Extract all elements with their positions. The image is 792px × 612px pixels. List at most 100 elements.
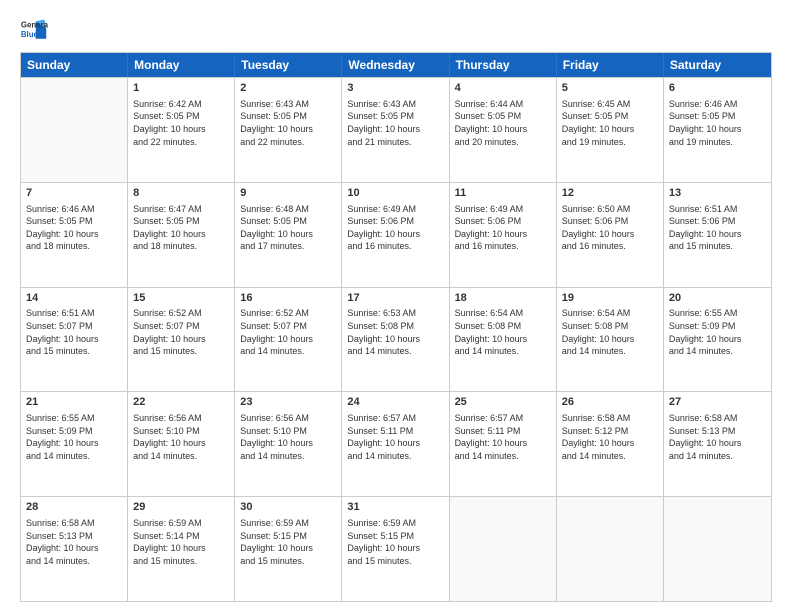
day-number: 17 — [347, 291, 443, 306]
calendar-cell — [664, 497, 771, 601]
calendar-cell: 26 Sunrise: 6:58 AM Sunset: 5:12 PM Dayli… — [557, 392, 664, 496]
calendar-row: 14Sunrise: 6:51 AM Sunset: 5:07 PM Dayli… — [21, 287, 771, 392]
day-number: 30 — [240, 500, 336, 515]
day-number: 14 — [26, 291, 122, 306]
day-info: Sunrise: 6:57 AM Sunset: 5:11 PM Dayligh… — [455, 412, 551, 462]
weekday-header: Saturday — [664, 53, 771, 77]
day-info: Sunrise: 6:56 AM Sunset: 5:10 PM Dayligh… — [133, 412, 229, 462]
calendar-cell: 24Sunrise: 6:57 AM Sunset: 5:11 PM Dayli… — [342, 392, 449, 496]
svg-text:Blue: Blue — [21, 30, 39, 39]
day-number: 18 — [455, 291, 551, 306]
day-info: Sunrise: 6:54 AM Sunset: 5:08 PM Dayligh… — [562, 307, 658, 357]
calendar-cell — [21, 78, 128, 182]
day-number: 26 — [562, 395, 658, 410]
day-number: 13 — [669, 186, 766, 201]
day-info: Sunrise: 6:44 AM Sunset: 5:05 PM Dayligh… — [455, 98, 551, 148]
weekday-header: Wednesday — [342, 53, 449, 77]
day-number: 20 — [669, 291, 766, 306]
day-info: Sunrise: 6:52 AM Sunset: 5:07 PM Dayligh… — [240, 307, 336, 357]
calendar-cell — [557, 497, 664, 601]
day-number: 5 — [562, 81, 658, 96]
day-number: 9 — [240, 186, 336, 201]
page: General Blue SundayMondayTuesdayWednesda… — [0, 0, 792, 612]
calendar-cell: 25 Sunrise: 6:57 AM Sunset: 5:11 PM Dayli… — [450, 392, 557, 496]
calendar-cell: 2 Sunrise: 6:43 AM Sunset: 5:05 PM Daylig… — [235, 78, 342, 182]
day-info: Sunrise: 6:59 AM Sunset: 5:15 PM Dayligh… — [240, 517, 336, 567]
day-number: 25 — [455, 395, 551, 410]
day-number: 10 — [347, 186, 443, 201]
day-info: Sunrise: 6:56 AM Sunset: 5:10 PM Dayligh… — [240, 412, 336, 462]
day-number: 16 — [240, 291, 336, 306]
day-info: Sunrise: 6:53 AM Sunset: 5:08 PM Dayligh… — [347, 307, 443, 357]
calendar-cell: 31 Sunrise: 6:59 AM Sunset: 5:15 PM Dayli… — [342, 497, 449, 601]
weekday-header: Tuesday — [235, 53, 342, 77]
day-info: Sunrise: 6:55 AM Sunset: 5:09 PM Dayligh… — [669, 307, 766, 357]
day-info: Sunrise: 6:45 AM Sunset: 5:05 PM Dayligh… — [562, 98, 658, 148]
day-info: Sunrise: 6:58 AM Sunset: 5:12 PM Dayligh… — [562, 412, 658, 462]
day-number: 3 — [347, 81, 443, 96]
calendar-cell: 19Sunrise: 6:54 AM Sunset: 5:08 PM Dayli… — [557, 288, 664, 392]
day-number: 19 — [562, 291, 658, 306]
calendar-cell: 8Sunrise: 6:47 AM Sunset: 5:05 PM Daylig… — [128, 183, 235, 287]
calendar-cell: 15Sunrise: 6:52 AM Sunset: 5:07 PM Dayli… — [128, 288, 235, 392]
calendar-cell: 30 Sunrise: 6:59 AM Sunset: 5:15 PM Dayli… — [235, 497, 342, 601]
weekday-header: Sunday — [21, 53, 128, 77]
day-info: Sunrise: 6:51 AM Sunset: 5:07 PM Dayligh… — [26, 307, 122, 357]
day-number: 7 — [26, 186, 122, 201]
logo: General Blue — [20, 16, 48, 44]
day-info: Sunrise: 6:46 AM Sunset: 5:05 PM Dayligh… — [26, 203, 122, 253]
day-number: 27 — [669, 395, 766, 410]
calendar-cell: 23 Sunrise: 6:56 AM Sunset: 5:10 PM Dayli… — [235, 392, 342, 496]
calendar-cell: 1 Sunrise: 6:42 AM Sunset: 5:05 PM Daylig… — [128, 78, 235, 182]
calendar-cell: 28 Sunrise: 6:58 AM Sunset: 5:13 PM Dayli… — [21, 497, 128, 601]
calendar-cell: 6Sunrise: 6:46 AM Sunset: 5:05 PM Daylig… — [664, 78, 771, 182]
calendar-row: 1 Sunrise: 6:42 AM Sunset: 5:05 PM Daylig… — [21, 77, 771, 182]
day-info: Sunrise: 6:51 AM Sunset: 5:06 PM Dayligh… — [669, 203, 766, 253]
day-number: 11 — [455, 186, 551, 201]
weekday-header: Thursday — [450, 53, 557, 77]
calendar-cell: 5 Sunrise: 6:45 AM Sunset: 5:05 PM Daylig… — [557, 78, 664, 182]
day-number: 2 — [240, 81, 336, 96]
weekday-header: Monday — [128, 53, 235, 77]
weekday-header: Friday — [557, 53, 664, 77]
day-number: 4 — [455, 81, 551, 96]
day-number: 1 — [133, 81, 229, 96]
logo-icon: General Blue — [20, 16, 48, 44]
day-number: 21 — [26, 395, 122, 410]
calendar-cell: 20Sunrise: 6:55 AM Sunset: 5:09 PM Dayli… — [664, 288, 771, 392]
day-number: 8 — [133, 186, 229, 201]
day-info: Sunrise: 6:49 AM Sunset: 5:06 PM Dayligh… — [347, 203, 443, 253]
calendar-cell: 9Sunrise: 6:48 AM Sunset: 5:05 PM Daylig… — [235, 183, 342, 287]
calendar-row: 28 Sunrise: 6:58 AM Sunset: 5:13 PM Dayli… — [21, 496, 771, 601]
day-number: 23 — [240, 395, 336, 410]
calendar-cell: 7 Sunrise: 6:46 AM Sunset: 5:05 PM Daylig… — [21, 183, 128, 287]
day-info: Sunrise: 6:43 AM Sunset: 5:05 PM Dayligh… — [240, 98, 336, 148]
day-info: Sunrise: 6:49 AM Sunset: 5:06 PM Dayligh… — [455, 203, 551, 253]
calendar-cell: 3 Sunrise: 6:43 AM Sunset: 5:05 PM Daylig… — [342, 78, 449, 182]
day-number: 22 — [133, 395, 229, 410]
calendar-cell: 16Sunrise: 6:52 AM Sunset: 5:07 PM Dayli… — [235, 288, 342, 392]
calendar-cell: 29Sunrise: 6:59 AM Sunset: 5:14 PM Dayli… — [128, 497, 235, 601]
svg-text:General: General — [21, 20, 48, 29]
calendar-cell: 4 Sunrise: 6:44 AM Sunset: 5:05 PM Daylig… — [450, 78, 557, 182]
day-info: Sunrise: 6:54 AM Sunset: 5:08 PM Dayligh… — [455, 307, 551, 357]
calendar-cell: 22 Sunrise: 6:56 AM Sunset: 5:10 PM Dayli… — [128, 392, 235, 496]
calendar-cell — [450, 497, 557, 601]
calendar-row: 21 Sunrise: 6:55 AM Sunset: 5:09 PM Dayli… — [21, 391, 771, 496]
calendar-cell: 14Sunrise: 6:51 AM Sunset: 5:07 PM Dayli… — [21, 288, 128, 392]
calendar-cell: 13 Sunrise: 6:51 AM Sunset: 5:06 PM Dayli… — [664, 183, 771, 287]
day-info: Sunrise: 6:59 AM Sunset: 5:15 PM Dayligh… — [347, 517, 443, 567]
calendar: SundayMondayTuesdayWednesdayThursdayFrid… — [20, 52, 772, 602]
day-number: 28 — [26, 500, 122, 515]
day-number: 31 — [347, 500, 443, 515]
header: General Blue — [20, 16, 772, 44]
calendar-cell: 17Sunrise: 6:53 AM Sunset: 5:08 PM Dayli… — [342, 288, 449, 392]
day-info: Sunrise: 6:58 AM Sunset: 5:13 PM Dayligh… — [26, 517, 122, 567]
day-info: Sunrise: 6:43 AM Sunset: 5:05 PM Dayligh… — [347, 98, 443, 148]
calendar-cell: 18Sunrise: 6:54 AM Sunset: 5:08 PM Dayli… — [450, 288, 557, 392]
day-info: Sunrise: 6:42 AM Sunset: 5:05 PM Dayligh… — [133, 98, 229, 148]
day-info: Sunrise: 6:55 AM Sunset: 5:09 PM Dayligh… — [26, 412, 122, 462]
day-number: 12 — [562, 186, 658, 201]
day-info: Sunrise: 6:46 AM Sunset: 5:05 PM Dayligh… — [669, 98, 766, 148]
calendar-header: SundayMondayTuesdayWednesdayThursdayFrid… — [21, 53, 771, 77]
